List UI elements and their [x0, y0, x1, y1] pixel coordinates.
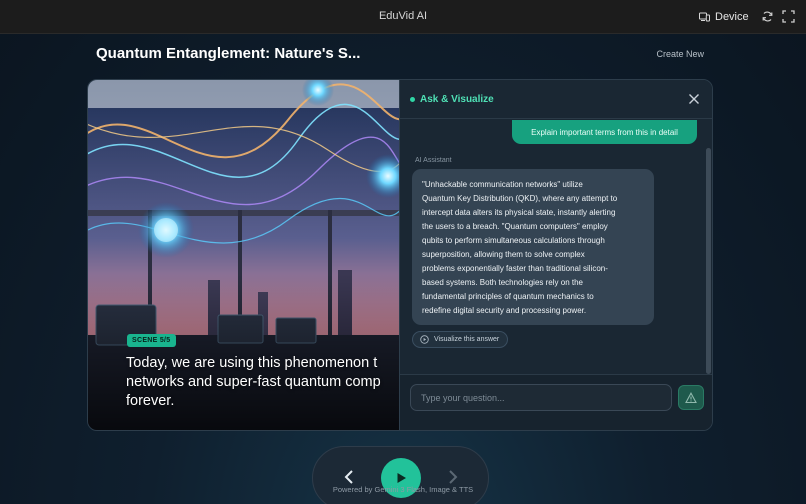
chevron-left-icon[interactable]	[341, 468, 357, 486]
chat-input-area	[400, 374, 712, 430]
assistant-line: superposition, allowing them to solve co…	[422, 250, 585, 259]
play-icon	[397, 473, 406, 483]
create-new-button[interactable]: Create New	[656, 49, 704, 59]
scene-view: SCENE 5/5 Today, we are using this pheno…	[88, 80, 399, 430]
send-button[interactable]	[678, 385, 704, 410]
device-button[interactable]: Device	[699, 9, 749, 25]
fullscreen-icon[interactable]	[782, 10, 795, 23]
visualize-answer-button[interactable]: Visualize this answer	[412, 331, 509, 348]
page-header: Quantum Entanglement: Nature's S... Crea…	[96, 45, 706, 65]
assistant-line: Quantum Key Distribution (QKD), where an…	[422, 194, 618, 203]
refresh-icon[interactable]	[761, 10, 774, 23]
assistant-line: redefine digital security and processing…	[422, 306, 587, 315]
caption-line: forever.	[126, 393, 175, 409]
assistant-line: intercept data alters its physical state…	[422, 208, 616, 217]
visualize-answer-label: Visualize this answer	[434, 336, 500, 343]
page-title: Quantum Entanglement: Nature's S...	[96, 45, 361, 62]
chevron-right-icon[interactable]	[445, 468, 461, 486]
top-bar: EduVid AI Device	[0, 0, 806, 34]
assistant-line: "Unhackable communication networks" util…	[422, 180, 583, 189]
assistant-line: the users to a breach. "Quantum computer…	[422, 222, 608, 231]
caption-line: Today, we are using this phenomenon t	[126, 355, 378, 371]
device-label: Device	[715, 11, 749, 23]
chat-scrollbar[interactable]	[706, 148, 711, 374]
chat-header: Ask & Visualize	[400, 80, 712, 119]
assistant-message: "Unhackable communication networks" util…	[412, 169, 654, 325]
chat-scrollbar-thumb[interactable]	[706, 148, 711, 374]
question-input[interactable]	[410, 384, 672, 411]
powered-by-text: Powered by Gemini 3 Flash, Image & TTS	[332, 485, 474, 494]
user-message: Explain important terms from this in det…	[512, 120, 697, 144]
status-dot-icon	[410, 97, 415, 102]
playback-controls	[312, 446, 489, 504]
play-circle-icon	[420, 335, 429, 344]
chat-title: Ask & Visualize	[420, 94, 494, 105]
video-card: SCENE 5/5 Today, we are using this pheno…	[87, 79, 713, 431]
assistant-line: problems exponentially faster than tradi…	[422, 264, 608, 273]
scene-caption: Today, we are using this phenomenon t ne…	[126, 354, 399, 411]
assistant-line: qubits to perform simultaneous calculati…	[422, 236, 605, 245]
assistant-label: AI Assistant	[415, 157, 452, 164]
app-title: EduVid AI	[378, 10, 428, 22]
scene-badge: SCENE 5/5	[127, 334, 176, 347]
send-icon	[685, 391, 697, 403]
assistant-line: based systems. Both technologies rely on…	[422, 278, 583, 287]
device-icon	[699, 12, 710, 22]
assistant-line: fundamental principles of quantum mechan…	[422, 292, 594, 301]
caption-line: networks and super-fast quantum comp	[126, 374, 381, 390]
close-icon[interactable]	[688, 93, 700, 105]
chat-panel: Ask & Visualize Explain important terms …	[399, 80, 712, 430]
